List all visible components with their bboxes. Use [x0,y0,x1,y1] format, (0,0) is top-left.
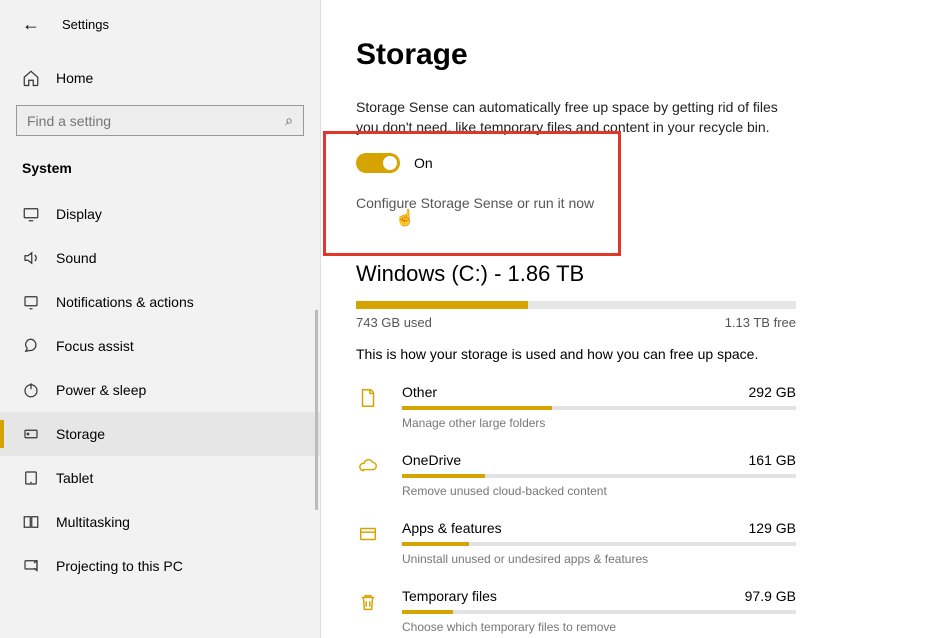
sidebar-item-label: Projecting to this PC [56,558,183,574]
drive-free-label: 1.13 TB free [725,315,796,330]
sound-icon [22,249,40,267]
sidebar-item-label: Display [56,206,102,222]
sidebar-item-tablet[interactable]: Tablet [0,456,320,500]
nav-list: Display Sound Notifications & actions Fo… [0,192,320,588]
home-label: Home [56,70,93,86]
sidebar-item-label: Sound [56,250,96,266]
sidebar-item-label: Notifications & actions [56,294,194,310]
usage-size: 292 GB [749,384,796,400]
search-input[interactable] [27,113,285,129]
usage-item-temp[interactable]: Temporary files 97.9 GB Choose which temp… [356,588,796,634]
home-nav[interactable]: Home [0,59,320,97]
sidebar: ← Settings Home ⌕ System Display Sound N… [0,0,320,638]
search-box[interactable]: ⌕ [16,105,304,136]
usage-sub: Choose which temporary files to remove [402,620,796,634]
usage-sub: Manage other large folders [402,416,796,430]
usage-description: This is how your storage is used and how… [356,346,894,362]
usage-size: 129 GB [749,520,796,536]
scrollbar[interactable] [315,310,318,510]
usage-name: OneDrive [402,452,461,468]
usage-name: Other [402,384,437,400]
window-header: ← Settings [0,0,320,45]
search-icon: ⌕ [285,112,293,129]
usage-name: Temporary files [402,588,497,604]
cloud-icon [356,454,380,478]
usage-name: Apps & features [402,520,502,536]
sidebar-item-sound[interactable]: Sound [0,236,320,280]
drive-title: Windows (C:) - 1.86 TB [356,261,894,287]
usage-sub: Remove unused cloud-backed content [402,484,796,498]
usage-bar [402,474,796,478]
storage-icon [22,425,40,443]
usage-sub: Uninstall unused or undesired apps & fea… [402,552,796,566]
usage-bar [402,542,796,546]
sidebar-item-notifications[interactable]: Notifications & actions [0,280,320,324]
drive-used-label: 743 GB used [356,315,432,330]
sidebar-item-label: Storage [56,426,105,442]
projecting-icon [22,557,40,575]
sidebar-item-focus-assist[interactable]: Focus assist [0,324,320,368]
sidebar-item-multitasking[interactable]: Multitasking [0,500,320,544]
sidebar-item-label: Focus assist [56,338,134,354]
usage-bar [402,406,796,410]
notifications-icon [22,293,40,311]
trash-icon [356,590,380,614]
sidebar-item-label: Tablet [56,470,93,486]
page-title: Storage [356,38,894,72]
usage-item-apps[interactable]: Apps & features 129 GB Uninstall unused o… [356,520,796,566]
drive-usage-fill [356,301,528,309]
storage-sense-description: Storage Sense can automatically free up … [356,98,796,137]
sidebar-item-projecting[interactable]: Projecting to this PC [0,544,320,588]
drive-usage-labels: 743 GB used 1.13 TB free [356,315,796,330]
sidebar-item-label: Power & sleep [56,382,146,398]
usage-size: 161 GB [749,452,796,468]
sidebar-item-display[interactable]: Display [0,192,320,236]
usage-item-onedrive[interactable]: OneDrive 161 GB Remove unused cloud-backe… [356,452,796,498]
sidebar-item-storage[interactable]: Storage [0,412,320,456]
home-icon [22,69,40,87]
storage-sense-toggle-row: On [356,153,894,173]
tablet-icon [22,469,40,487]
usage-item-other[interactable]: Other 292 GB Manage other large folders [356,384,796,430]
storage-sense-toggle[interactable] [356,153,400,173]
back-arrow-icon[interactable]: ← [22,14,40,35]
sidebar-item-power[interactable]: Power & sleep [0,368,320,412]
settings-title: Settings [62,17,109,32]
focus-assist-icon [22,337,40,355]
main-content: Storage Storage Sense can automatically … [320,0,930,638]
usage-size: 97.9 GB [745,588,796,604]
drive-usage-bar [356,301,796,309]
section-label: System [0,150,320,184]
multitasking-icon [22,513,40,531]
display-icon [22,205,40,223]
toggle-state-label: On [414,155,433,171]
apps-icon [356,522,380,546]
sidebar-divider [320,0,321,638]
power-icon [22,381,40,399]
sidebar-item-label: Multitasking [56,514,130,530]
usage-bar [402,610,796,614]
configure-storage-sense-link[interactable]: Configure Storage Sense or run it now [356,195,594,211]
other-icon [356,386,380,410]
